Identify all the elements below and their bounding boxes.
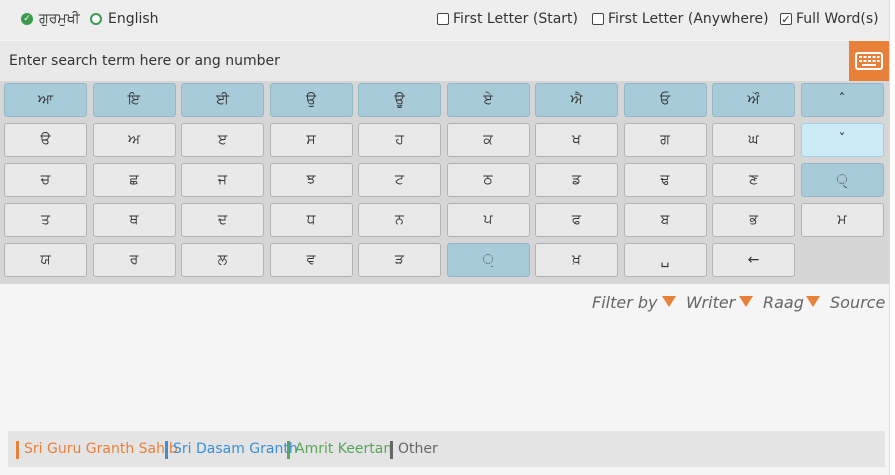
keyboard-key[interactable]: ਇ: [92, 83, 176, 117]
source-dropdown-icon[interactable]: [806, 296, 820, 307]
keyboard-key[interactable]: ਛ: [92, 163, 176, 197]
keyboard-key[interactable]: ਢ: [623, 163, 707, 197]
gurmukhi-radio[interactable]: ✓ ਗੁਰਮੁਖੀ: [21, 11, 80, 27]
keyboard-key[interactable]: ਰ: [92, 243, 176, 277]
keyboard-key[interactable]: ਈ: [181, 83, 264, 117]
source-dasam-granth[interactable]: Sri Dasam Granth: [165, 441, 298, 459]
first-letter-anywhere-label: First Letter (Anywhere): [608, 11, 769, 27]
keyboard-key[interactable]: ਠ: [446, 163, 530, 197]
keyboard-key[interactable]: ਹ: [358, 123, 441, 157]
english-label: English: [108, 11, 159, 27]
full-words-label: Full Word(s): [796, 11, 879, 27]
source-legend: Sri Guru Granth Sahib Sri Dasam Granth A…: [8, 431, 885, 467]
keyboard-key[interactable]: ਣ: [712, 163, 795, 197]
keyboard-key[interactable]: ˆ: [800, 83, 884, 117]
keyboard-icon: [855, 52, 883, 70]
first-letter-start-label: First Letter (Start): [453, 11, 579, 27]
keyboard-key[interactable]: ਭ: [712, 203, 795, 237]
radio-checked-icon: ✓: [21, 13, 33, 25]
source-filter[interactable]: Source: [830, 293, 885, 312]
search-options-bar: ✓ ਗੁਰਮੁਖੀ English First Letter (Start) F…: [0, 0, 889, 40]
keyboard-key[interactable]: ਕ: [446, 123, 530, 157]
keyboard-key[interactable]: ਆ: [4, 83, 87, 117]
keyboard-key[interactable]: ਊ: [358, 83, 441, 117]
keyboard-key[interactable]: ਟ: [358, 163, 441, 197]
source-other[interactable]: Other: [390, 441, 438, 459]
keyboard-key[interactable]: ਅ: [92, 123, 176, 157]
keyboard-key[interactable]: ਜ: [181, 163, 264, 197]
gurmukhi-label: ਗੁਰਮੁਖੀ: [39, 11, 80, 27]
checkbox-icon: [437, 13, 449, 25]
keyboard-key[interactable]: ਔ: [712, 83, 795, 117]
keyboard-toggle-button[interactable]: [849, 41, 889, 81]
filter-by-label: Filter by: [592, 293, 658, 312]
search-bar: [0, 41, 889, 81]
gurmukhi-keyboard: ਆ ਇ ਈ ਉ ਊ ਏ ਐ ਓ ਔ ˆ ੳ ਅ ੲ ਸ ਹ ਕ ਖ ਗ ਘ ˇ ਚ ਛ ਜ ਝ ਟ ਠ ਡ ਢ ਣੑ ਤ ਥ ਦ ਧ ਨ ਪ ਫ ਬ ਭ ਮ…: [0, 81, 889, 284]
keyboard-key[interactable]: ਬ: [623, 203, 707, 237]
full-words-checkbox[interactable]: ✓ Full Word(s): [780, 11, 879, 27]
keyboard-key[interactable]: ਏ: [446, 83, 530, 117]
keyboard-key[interactable]: ਨ: [358, 203, 441, 237]
keyboard-key[interactable]: ਵ: [269, 243, 353, 277]
raag-filter[interactable]: Raag: [763, 293, 804, 312]
search-input[interactable]: [0, 41, 848, 81]
keyboard-key[interactable]: ਫ: [535, 203, 618, 237]
keyboard-key[interactable]: ਐ: [535, 83, 618, 117]
keyboard-key[interactable]: ਼: [446, 243, 530, 277]
keyboard-key[interactable]: ਲ: [181, 243, 264, 277]
keyboard-key[interactable]: ਘ: [712, 123, 795, 157]
first-letter-anywhere-checkbox[interactable]: First Letter (Anywhere): [592, 11, 769, 27]
keyboard-key[interactable]: ਧ: [269, 203, 353, 237]
writer-filter[interactable]: Writer: [686, 293, 735, 312]
checkbox-checked-icon: ✓: [780, 12, 792, 26]
space-key[interactable]: ␣: [623, 243, 707, 277]
keyboard-key[interactable]: ੲ: [181, 123, 264, 157]
keyboard-key[interactable]: ਚ: [4, 163, 87, 197]
keyboard-key[interactable]: ਡ: [535, 163, 618, 197]
keyboard-key[interactable]: ਪ: [446, 203, 530, 237]
keyboard-key[interactable]: ਤ: [4, 203, 87, 237]
first-letter-start-checkbox[interactable]: First Letter (Start): [437, 11, 578, 27]
backspace-key[interactable]: ←: [712, 243, 795, 277]
keyboard-key[interactable]: ਥ: [92, 203, 176, 237]
keyboard-key[interactable]: ਦ: [181, 203, 264, 237]
keyboard-key[interactable]: ੳ: [4, 123, 87, 157]
radio-unchecked-icon: [90, 13, 102, 25]
keyboard-key[interactable]: ਖ਼: [535, 243, 618, 277]
keyboard-key[interactable]: ˇ: [800, 123, 884, 157]
keyboard-key[interactable]: ਉ: [269, 83, 353, 117]
keyboard-key[interactable]: ਯ: [4, 243, 87, 277]
english-radio[interactable]: English: [90, 11, 159, 27]
keyboard-key[interactable]: ਸ: [269, 123, 353, 157]
keyboard-key[interactable]: ਓ: [623, 83, 707, 117]
keyboard-key[interactable]: ਝ: [269, 163, 353, 197]
source-sggs[interactable]: Sri Guru Granth Sahib: [16, 441, 178, 459]
checkbox-icon: [592, 13, 604, 25]
keyboard-key[interactable]: ੑ: [800, 163, 884, 197]
source-amrit-keertan[interactable]: Amrit Keertan: [287, 441, 392, 459]
keyboard-key[interactable]: ੜ: [358, 243, 441, 277]
keyboard-key[interactable]: ਮ: [800, 203, 884, 237]
keyboard-key[interactable]: ਖ: [535, 123, 618, 157]
keyboard-key[interactable]: ਗ: [623, 123, 707, 157]
raag-dropdown-icon[interactable]: [739, 296, 753, 307]
writer-dropdown-icon[interactable]: [662, 296, 676, 307]
